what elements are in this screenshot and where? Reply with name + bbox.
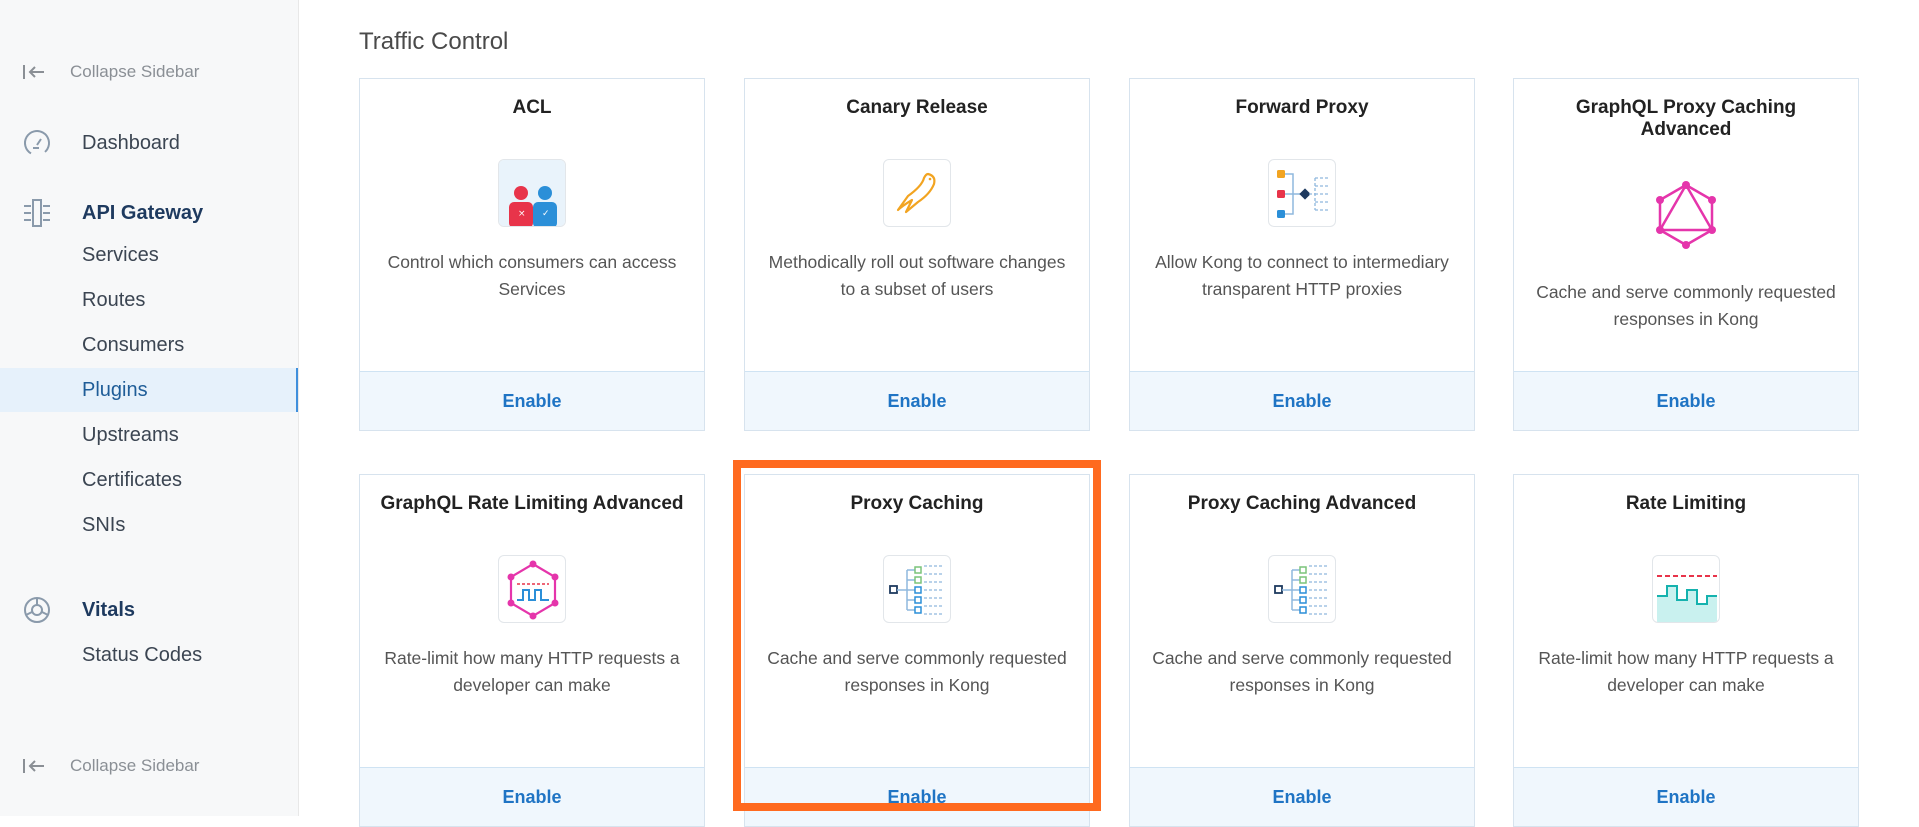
sidebar-item-certificates[interactable]: Certificates — [0, 458, 298, 502]
sidebar-item-services[interactable]: Services — [0, 233, 298, 277]
plugin-card-description: Rate-limit how many HTTP requests a deve… — [384, 648, 680, 695]
sidebar-item-routes[interactable]: Routes — [0, 278, 298, 322]
plugin-card-description: Methodically roll out software changes t… — [768, 252, 1066, 299]
api-gateway-icon — [22, 198, 52, 228]
graphql-rate-limit-icon — [498, 555, 566, 623]
plugin-card-title: Proxy Caching Advanced — [1187, 493, 1417, 514]
plugin-card-title: Forward Proxy — [1235, 97, 1369, 118]
plugin-card-proxy-caching-advanced: Proxy Caching Advanced Cache and serve c… — [1129, 474, 1475, 827]
nav-dashboard-label: Dashboard — [82, 131, 180, 154]
plugin-card-rate-limiting: Rate Limiting Rate-limit how many HTTP r… — [1513, 474, 1859, 827]
rate-limiting-icon — [1652, 555, 1720, 623]
vitals-icon — [22, 595, 52, 625]
plugin-card-forward-proxy: Forward Proxy Allow Kong to connect to i… — [1129, 78, 1475, 431]
sidebar-item-consumers[interactable]: Consumers — [0, 323, 298, 367]
nav-dashboard[interactable]: Dashboard — [22, 128, 180, 158]
svg-text:✓: ✓ — [542, 209, 550, 219]
plugin-card-title: ACL — [512, 97, 552, 118]
collapse-sidebar-label: Collapse Sidebar — [70, 756, 200, 775]
plugin-card-description: Cache and serve commonly requested respo… — [1536, 282, 1836, 329]
plugin-card-description: Control which consumers can access Servi… — [387, 252, 677, 299]
collapse-left-icon — [22, 64, 48, 80]
graphql-icon — [1652, 181, 1720, 249]
proxy-caching-icon — [883, 555, 951, 623]
enable-button[interactable]: Enable — [1514, 371, 1858, 430]
enable-button[interactable]: Enable — [360, 371, 704, 430]
plugin-card-description: Rate-limit how many HTTP requests a deve… — [1538, 648, 1834, 695]
dashboard-gauge-icon — [22, 128, 52, 158]
collapse-sidebar-top-button[interactable]: Collapse Sidebar — [22, 62, 199, 82]
sidebar-item-upstreams[interactable]: Upstreams — [0, 413, 298, 457]
plugin-card-title: Proxy Caching — [850, 493, 984, 514]
plugin-card-title: GraphQL Proxy Caching Advanced — [1575, 97, 1797, 140]
canary-bird-icon — [883, 159, 951, 227]
plugin-card-description: Cache and serve commonly requested respo… — [767, 648, 1067, 695]
forward-proxy-icon — [1268, 159, 1336, 227]
plugin-card-canary-release: Canary Release Methodically roll out sof… — [744, 78, 1090, 431]
plugin-card-title: GraphQL Rate Limiting Advanced — [380, 493, 684, 514]
sidebar-item-snis[interactable]: SNIs — [0, 503, 298, 547]
nav-api-gateway-label: API Gateway — [82, 201, 204, 224]
collapse-left-icon — [22, 758, 48, 774]
sidebar-item-plugins[interactable]: Plugins — [0, 368, 298, 412]
enable-button[interactable]: Enable — [360, 767, 704, 826]
nav-vitals-label: Vitals — [82, 598, 135, 621]
plugin-card-description: Allow Kong to connect to intermediary tr… — [1155, 252, 1449, 299]
plugin-card-description: Cache and serve commonly requested respo… — [1152, 648, 1452, 695]
collapse-sidebar-label: Collapse Sidebar — [70, 62, 200, 81]
enable-button[interactable]: Enable — [1130, 767, 1474, 826]
nav-vitals[interactable]: Vitals — [22, 595, 135, 625]
sidebar: Collapse Sidebar Dashboard API Gateway S… — [0, 0, 299, 816]
collapse-sidebar-bottom-button[interactable]: Collapse Sidebar — [22, 756, 199, 776]
nav-api-gateway[interactable]: API Gateway — [22, 198, 203, 228]
proxy-caching-advanced-icon — [1268, 555, 1336, 623]
enable-button[interactable]: Enable — [745, 767, 1089, 826]
plugin-card-graphql-rate-limiting-advanced: GraphQL Rate Limiting Advanced Rate-limi… — [359, 474, 705, 827]
section-title: Traffic Control — [359, 28, 509, 55]
enable-button[interactable]: Enable — [745, 371, 1089, 430]
plugin-card-proxy-caching: Proxy Caching Cache and serve commonly r… — [744, 474, 1090, 827]
sidebar-item-status-codes[interactable]: Status Codes — [0, 633, 298, 677]
enable-button[interactable]: Enable — [1514, 767, 1858, 826]
plugin-card-title: Rate Limiting — [1625, 493, 1747, 514]
enable-button[interactable]: Enable — [1130, 371, 1474, 430]
svg-text:×: × — [518, 209, 526, 219]
plugin-card-title: Canary Release — [846, 97, 988, 118]
plugin-card-acl: ACL × ✓ Control which consumers can acce… — [359, 78, 705, 431]
plugin-card-graphql-proxy-caching-advanced: GraphQL Proxy Caching Advanced Cache and… — [1513, 78, 1859, 431]
acl-users-icon: × ✓ — [498, 159, 566, 227]
